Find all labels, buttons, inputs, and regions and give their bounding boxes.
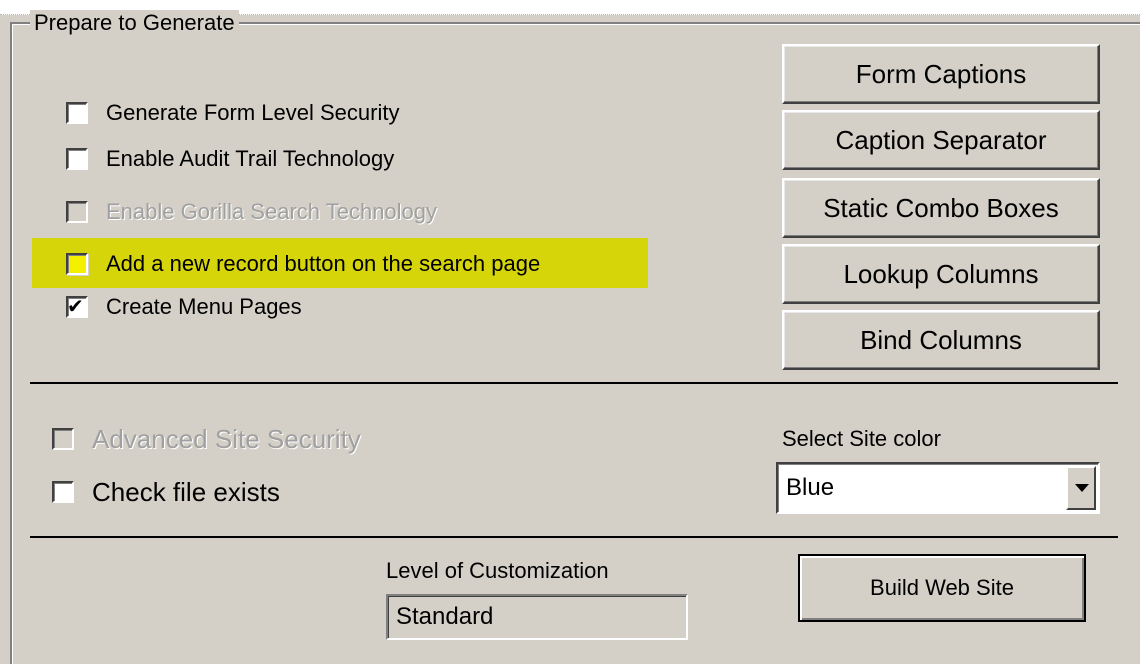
static-combo-boxes-button[interactable]: Static Combo Boxes [782,178,1100,238]
checkbox-advanced-site-security: Advanced Site Security [52,424,361,454]
checkbox-box [52,428,74,450]
checkbox-create-menu-pages[interactable]: ✔ Create Menu Pages [66,292,302,322]
check-icon: ✔ [67,294,84,318]
checkbox-label: Enable Gorilla Search Technology [106,199,438,224]
divider [30,536,1118,538]
checkbox-label: Create Menu Pages [106,294,302,319]
form-captions-button[interactable]: Form Captions [782,44,1100,104]
divider [30,382,1118,384]
customization-label: Level of Customization [386,558,609,583]
caption-separator-button[interactable]: Caption Separator [782,110,1100,170]
checkbox-check-file-exists[interactable]: Check file exists [52,477,280,507]
checkbox-label: Enable Audit Trail Technology [106,146,395,171]
chevron-down-icon[interactable] [1066,466,1096,510]
bind-columns-button[interactable]: Bind Columns [782,310,1100,370]
checkbox-add-new-record-button[interactable]: Add a new record button on the search pa… [66,249,540,279]
customization-field[interactable] [386,594,688,640]
checkbox-label: Advanced Site Security [92,423,361,454]
site-color-value: Blue [786,474,835,501]
checkbox-enable-gorilla-search: Enable Gorilla Search Technology [66,197,437,227]
checkbox-box[interactable] [52,481,74,503]
group-title: Prepare to Generate [30,10,239,36]
checkbox-box [66,201,88,223]
checkbox-label: Add a new record button on the search pa… [106,251,541,276]
checkbox-box[interactable]: ✔ [66,294,88,318]
checkbox-enable-audit-trail[interactable]: Enable Audit Trail Technology [66,144,394,174]
checkbox-box[interactable] [66,253,88,275]
site-color-select[interactable]: Blue [776,462,1100,514]
checkbox-generate-form-level-security[interactable]: Generate Form Level Security [66,98,399,128]
checkbox-box[interactable] [66,148,88,170]
build-web-site-button[interactable]: Build Web Site [798,554,1086,622]
checkbox-box[interactable] [66,102,88,124]
site-color-label: Select Site color [782,426,941,451]
checkbox-label: Check file exists [92,476,280,507]
checkbox-label: Generate Form Level Security [106,100,400,125]
lookup-columns-button[interactable]: Lookup Columns [782,244,1100,304]
